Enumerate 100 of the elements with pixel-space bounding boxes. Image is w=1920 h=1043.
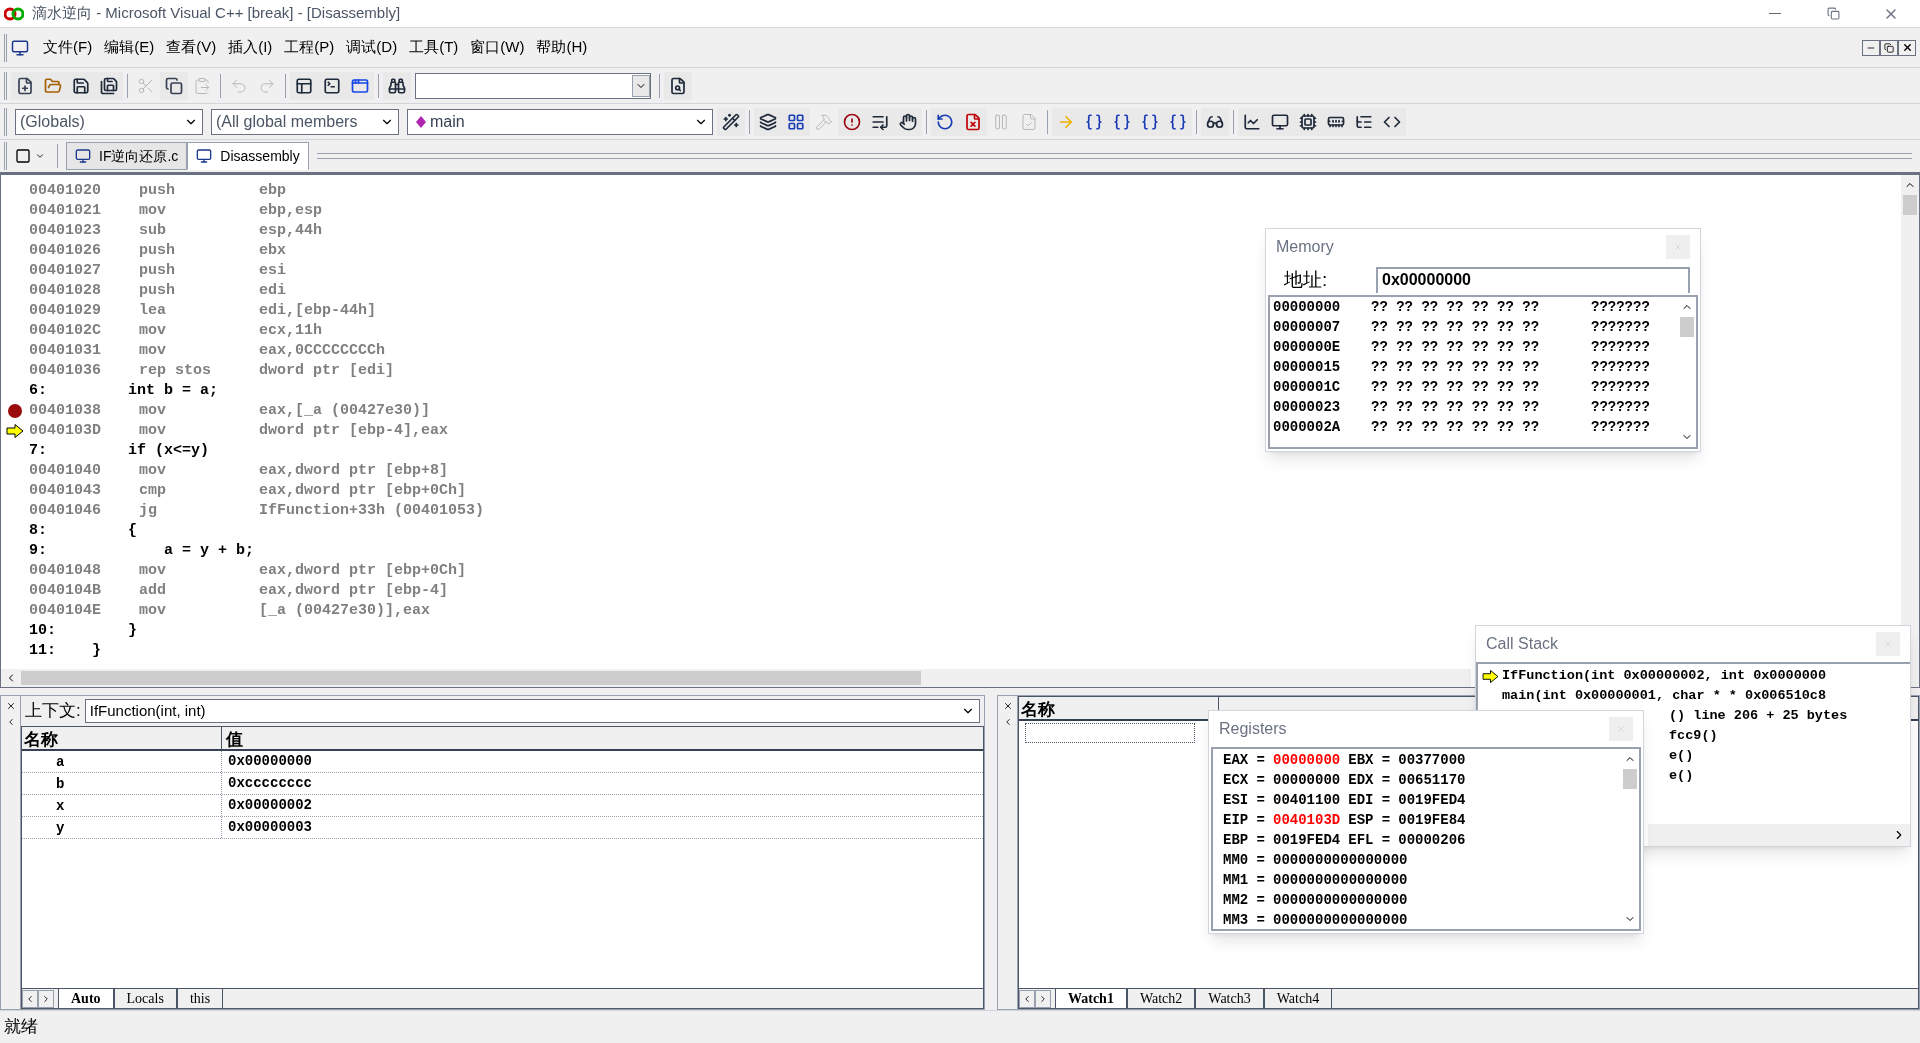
members-combo[interactable]: (All global members (211, 108, 399, 135)
find-combo[interactable] (415, 72, 651, 99)
column-header[interactable]: 值 (222, 727, 983, 749)
toolbar-button[interactable] (160, 71, 188, 100)
toolbar-button[interactable] (717, 107, 745, 136)
pane-tab[interactable]: Watch3 (1195, 989, 1264, 1008)
mnemonic: rep stos (139, 361, 212, 381)
operands: esi (259, 261, 286, 281)
copy-icon (165, 76, 183, 95)
scrollbar-thumb[interactable] (1903, 195, 1917, 215)
toolbar-button[interactable] (931, 107, 959, 136)
mdi-minimize-button[interactable] (1862, 39, 1880, 56)
binoculars-icon (388, 76, 406, 95)
register-name: EFL = (1348, 831, 1391, 850)
memory-ascii: ??????? (1591, 318, 1650, 337)
toolbar-button[interactable] (664, 71, 692, 100)
menu-item[interactable]: 调试(D) (340, 36, 404, 59)
memory-address: 00000000 (1273, 298, 1342, 317)
memory-bytes: ?? ?? ?? ?? ?? ?? ?? (1371, 298, 1541, 317)
pane-tab[interactable]: Watch2 (1126, 989, 1196, 1008)
file-search-icon (669, 76, 687, 95)
stack-frame[interactable]: fcc9() (1669, 726, 1718, 746)
dropdown-button[interactable] (632, 74, 650, 97)
pane-tab[interactable]: Watch4 (1263, 989, 1333, 1008)
menu-item[interactable]: 查看(V) (160, 36, 223, 59)
toolbar-button[interactable] (959, 107, 987, 136)
scrollbar-thumb[interactable] (1623, 769, 1637, 789)
clipboard-icon (193, 76, 211, 95)
pane-tab[interactable]: this (176, 989, 224, 1008)
register-value: 0040103D (1273, 811, 1341, 830)
toolbar-button[interactable] (383, 71, 411, 100)
panel-icon (295, 76, 313, 95)
function-combo[interactable]: main (407, 108, 713, 135)
pane-tab[interactable]: Locals (113, 989, 177, 1008)
horizontal-scrollbar[interactable] (1648, 824, 1910, 846)
document-tab[interactable]: Disassembly (187, 142, 309, 170)
status-text: 就绪 (4, 1016, 38, 1039)
restore-icon (1884, 42, 1894, 53)
menu-item[interactable]: 窗口(W) (464, 36, 531, 59)
scrollbar-thumb[interactable] (21, 671, 921, 685)
register-name: EAX = (1223, 751, 1265, 770)
address: 0040102C (29, 321, 102, 341)
toolbar-button[interactable] (838, 107, 866, 136)
toolbar-button[interactable] (11, 71, 39, 100)
mnemonic: push (139, 261, 176, 281)
document-tab[interactable]: IF逆向还原.c (66, 142, 188, 170)
menu-item[interactable]: 编辑(E) (98, 36, 161, 59)
toolbar-button[interactable] (95, 71, 123, 100)
horizontal-scrollbar[interactable] (1, 669, 1471, 687)
table-cell-text: 0x00000003 (227, 818, 312, 837)
mdi-restore-button[interactable] (1880, 39, 1898, 56)
close-icon (1002, 701, 1013, 711)
menu-item[interactable]: 帮助(H) (530, 36, 594, 59)
source-line: 11: } (29, 641, 101, 661)
column-header[interactable]: 名称 (22, 727, 222, 749)
toolbar-button[interactable] (290, 71, 318, 100)
terminal-icon (323, 76, 341, 95)
toolbar-button[interactable] (754, 107, 782, 136)
scrollbar-thumb[interactable] (1680, 317, 1694, 337)
mnemonic: push (139, 281, 176, 301)
address-field[interactable]: 0x00000000 (1376, 267, 1690, 293)
exclamation-icon (843, 112, 861, 131)
toolbar-button[interactable] (1378, 107, 1406, 136)
memory-address: 00000015 (1273, 358, 1342, 377)
file-x-icon (964, 112, 982, 131)
vertical-scrollbar[interactable] (1901, 175, 1919, 687)
pane-tab[interactable]: Auto (58, 989, 114, 1008)
mnemonic: mov (139, 341, 167, 361)
toolbar-button[interactable] (346, 71, 374, 100)
grid-icon (787, 112, 805, 131)
mdi-close-button[interactable] (1898, 39, 1916, 56)
toolbar-button[interactable] (1164, 107, 1192, 136)
register-value: 0019FED4 (1398, 791, 1466, 810)
close-icon (5, 701, 16, 711)
save-all-icon (100, 76, 118, 95)
stack-frame[interactable]: IfFunction(int 0x00000002, int 0x0000000 (1502, 666, 1827, 686)
toolbar-button[interactable] (1201, 107, 1229, 136)
context-combo[interactable]: IfFunction(int, int) (84, 699, 980, 723)
new-watch-row[interactable] (1025, 723, 1195, 743)
stack-frame[interactable]: main(int 0x00000001, char * * 0x006510c8 (1502, 686, 1827, 706)
memory-bytes: ?? ?? ?? ?? ?? ?? ?? (1371, 398, 1541, 417)
menu-item[interactable]: 工具(T) (403, 36, 465, 59)
menu-item[interactable]: 文件(F) (37, 36, 99, 59)
toolbar-button[interactable] (782, 107, 810, 136)
layers-icon (759, 112, 777, 131)
toolbar-button[interactable] (1238, 107, 1266, 136)
address: 00401029 (29, 301, 102, 321)
stack-frame[interactable]: e() (1669, 746, 1694, 766)
pane-tab[interactable]: Watch1 (1055, 989, 1127, 1008)
toolbar-button[interactable] (894, 107, 922, 136)
right-icon (41, 994, 51, 1004)
stack-frame[interactable]: e() (1669, 766, 1694, 786)
class-combo[interactable]: (Globals) (15, 108, 203, 135)
address: 00401046 (29, 501, 102, 521)
mnemonic: lea (139, 301, 167, 321)
menu-item[interactable]: 工程(P) (278, 36, 341, 59)
memory-ascii: ??????? (1591, 298, 1650, 317)
register-name: MM3 = (1223, 911, 1265, 929)
stack-frame[interactable]: () line 206 + 25 bytes (1669, 706, 1848, 726)
menu-item[interactable]: 插入(I) (222, 36, 279, 59)
